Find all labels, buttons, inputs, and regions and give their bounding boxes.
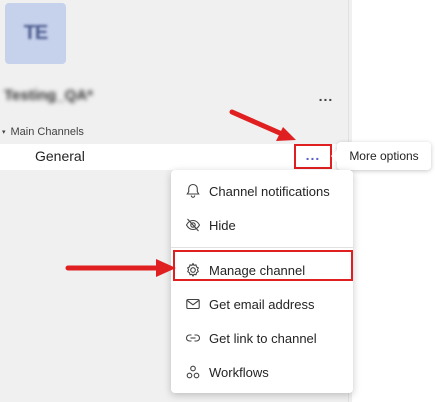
- channel-label: General: [35, 148, 85, 164]
- workflows-icon: [184, 363, 202, 381]
- menu-item-label: Hide: [209, 217, 236, 233]
- menu-item-get-email-address[interactable]: Get email address: [171, 289, 353, 319]
- menu-item-label: Manage channel: [209, 262, 306, 278]
- menu-item-label: Channel notifications: [209, 183, 330, 199]
- more-options-tooltip: More options: [331, 142, 431, 170]
- menu-item-get-link-to-channel[interactable]: Get link to channel: [171, 323, 353, 353]
- hide-icon: [184, 216, 202, 234]
- menu-item-label: Get email address: [209, 296, 315, 312]
- link-icon: [184, 329, 202, 347]
- menu-item-label: Get link to channel: [209, 330, 317, 346]
- menu-item-manage-channel[interactable]: Manage channel: [171, 255, 353, 285]
- menu-item-hide[interactable]: Hide: [171, 210, 353, 240]
- gear-icon: [184, 261, 202, 279]
- team-avatar-initials: TE: [23, 22, 49, 44]
- channel-more-options-button[interactable]: ...: [294, 144, 332, 169]
- menu-divider: [171, 247, 353, 248]
- team-avatar[interactable]: TE: [5, 3, 66, 64]
- section-label: Main Channels: [10, 126, 84, 138]
- section-header-main-channels[interactable]: ▾ Main Channels: [0, 125, 84, 139]
- more-icon: ...: [305, 146, 321, 163]
- menu-item-workflows[interactable]: Workflows: [171, 357, 353, 387]
- channel-options-menu: Channel notifications Hide Manage channe…: [171, 170, 353, 393]
- bell-icon: [184, 182, 202, 200]
- main-content-area: [352, 0, 435, 402]
- team-name[interactable]: Testing_QA*: [4, 87, 93, 104]
- team-more-options-button[interactable]: ...: [316, 88, 336, 104]
- menu-item-label: Workflows: [209, 364, 269, 380]
- chevron-down-icon: ▾: [2, 129, 6, 136]
- menu-item-channel-notifications[interactable]: Channel notifications: [171, 176, 353, 206]
- mail-icon: [184, 295, 202, 313]
